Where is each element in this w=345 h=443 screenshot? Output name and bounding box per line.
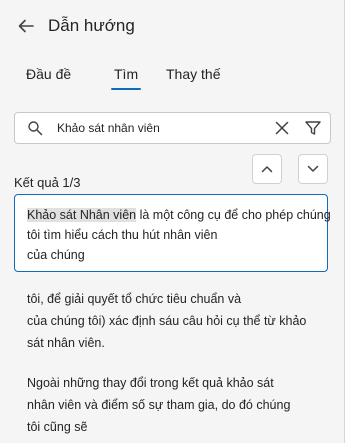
selected-tab-indicator xyxy=(111,88,141,90)
arrow-left-icon xyxy=(18,19,34,33)
filter-icon xyxy=(305,121,321,135)
pane-header: Dẫn hướng xyxy=(14,12,135,40)
close-icon xyxy=(275,121,289,135)
result-line: tôi, để giải quyết tổ chức tiêu chuẩn và xyxy=(27,292,242,306)
search-box xyxy=(14,112,331,144)
search-result[interactable]: tôi, để giải quyết tổ chức tiêu chuẩn và… xyxy=(27,288,327,354)
back-button[interactable] xyxy=(14,14,38,38)
search-result-selected[interactable]: Khảo sát Nhân viên là một công cụ để cho… xyxy=(14,194,331,272)
search-result[interactable]: Ngoài những thay đổi trong kết quả khảo … xyxy=(27,372,327,438)
previous-result-button[interactable] xyxy=(252,154,282,184)
result-snippet: Khảo sát Nhân viên là một công cụ để cho… xyxy=(27,205,331,265)
navigation-pane: Dẫn hướng Đầu đề Tìm Thay thế Khảo sát n… xyxy=(0,0,345,443)
search-icon xyxy=(28,121,43,136)
chevron-down-icon xyxy=(307,165,319,172)
result-count: Kết quả 1/3 xyxy=(14,175,81,190)
result-line: của chúng xyxy=(27,248,85,262)
next-result-button[interactable] xyxy=(298,154,328,184)
tab-headings[interactable]: Đầu đề xyxy=(26,66,71,82)
filter-button[interactable] xyxy=(304,119,322,137)
tab-find[interactable]: Tìm xyxy=(114,66,138,82)
result-line: Khảo sát Nhân viên là một công cụ để cho… xyxy=(27,205,331,225)
result-line: Ngoài những thay đổi trong kết quả khảo … xyxy=(27,376,274,390)
result-line: của chúng tôi) xác định sáu câu hỏi cụ t… xyxy=(27,314,307,328)
pane-title: Dẫn hướng xyxy=(48,16,135,35)
match-highlight: Khảo sát Nhân viên xyxy=(27,208,137,222)
tab-replace[interactable]: Thay thế xyxy=(166,66,220,82)
result-line: tôi cũng sẽ xyxy=(27,420,88,434)
chevron-up-icon xyxy=(261,166,273,173)
result-line: nhân viên và điểm số sự tham gia, do đó … xyxy=(27,398,291,412)
result-line-rest: là một công cụ để cho phép chúng xyxy=(136,208,331,222)
search-input[interactable] xyxy=(57,117,262,139)
clear-search-button[interactable] xyxy=(273,119,291,137)
result-line: sát nhân viên. xyxy=(27,336,105,350)
result-line: tôi tìm hiểu cách thu hút nhân viên xyxy=(27,228,218,242)
